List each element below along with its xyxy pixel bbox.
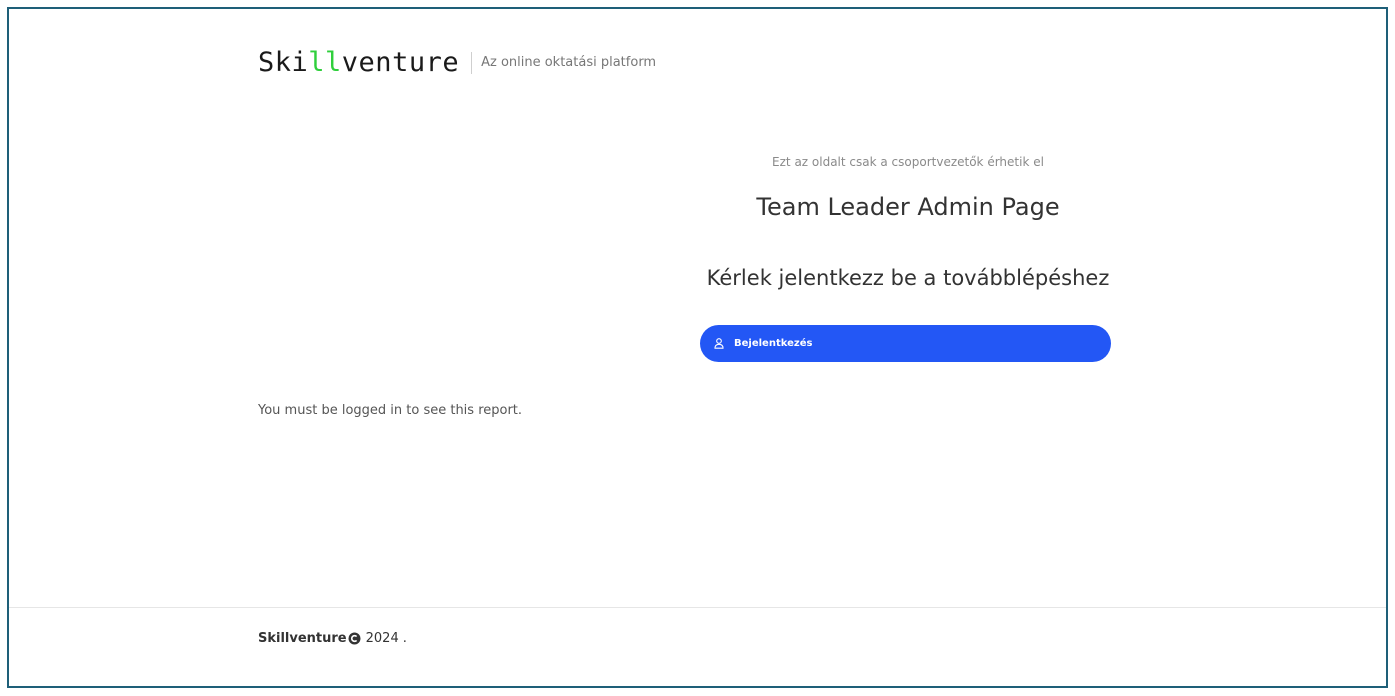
footer-trailing: . (402, 631, 407, 646)
brand-header: Skillventure Az online oktatási platform (258, 47, 656, 78)
site-logo[interactable]: Skillventure (258, 47, 459, 78)
restricted-note: Ezt az oldalt csak a csoportvezetők érhe… (772, 155, 1044, 169)
footer: Skillventure 2024 . (258, 631, 407, 646)
site-tagline: Az online oktatási platform (481, 55, 657, 70)
login-button[interactable]: Bejelentkezés (700, 325, 1111, 362)
login-button-label: Bejelentkezés (734, 338, 813, 349)
footer-year: 2024 (365, 631, 399, 646)
logo-highlight: ll (308, 47, 342, 78)
logo-suffix: venture (341, 47, 460, 78)
page-frame: Skillventure Az online oktatási platform… (7, 7, 1388, 688)
copyright-icon (348, 632, 361, 645)
user-icon (712, 337, 726, 351)
footer-divider (9, 607, 1386, 608)
login-prompt: Kérlek jelentkezz be a továbblépéshez (706, 266, 1110, 290)
page-title: Team Leader Admin Page (756, 193, 1060, 221)
footer-brand: Skillventure (258, 631, 347, 646)
logo-prefix: Ski (258, 47, 309, 78)
report-message: You must be logged in to see this report… (258, 403, 523, 418)
tagline-divider (471, 51, 473, 74)
